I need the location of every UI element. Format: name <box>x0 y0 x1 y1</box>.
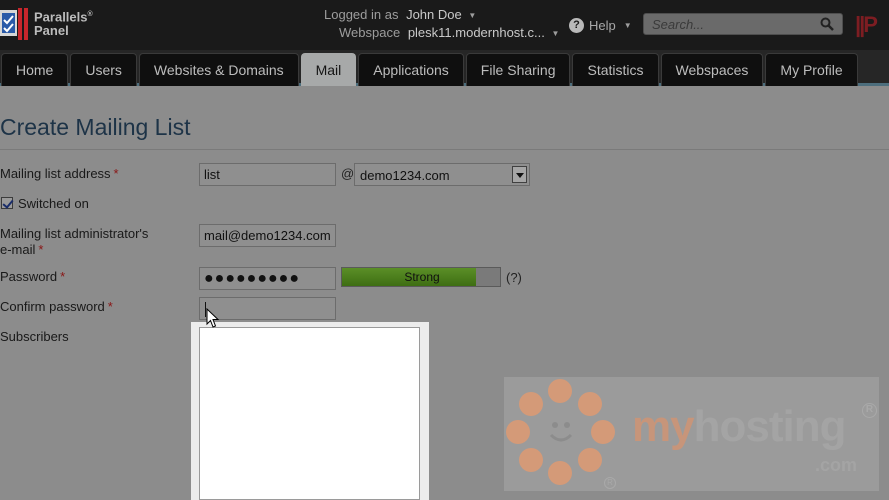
watermark-my: my <box>632 402 695 451</box>
tab-home[interactable]: Home <box>1 53 69 86</box>
admin-label-line2: e-mail <box>0 242 36 257</box>
webspace-menu[interactable]: Webspace plesk11.modernhost.c... ▼ <box>339 25 559 40</box>
chevron-down-icon: ▼ <box>468 11 477 20</box>
password-label-text: Password <box>0 269 58 284</box>
search-box <box>643 13 843 35</box>
at-sign: @ <box>341 166 355 181</box>
password-help-link[interactable]: (?) <box>506 270 522 285</box>
watermark-hosting: hosting <box>693 402 847 451</box>
watermark-com: .com <box>815 455 858 475</box>
webspace-label: Webspace <box>339 25 401 40</box>
top-header: Parallels® Panel Logged in as John Doe ▼… <box>0 0 889 50</box>
main-content: Create Mailing List Mailing list address… <box>0 89 889 500</box>
brand-reg: ® <box>87 11 93 18</box>
tab-list: Home Users Websites & Domains Mail Appli… <box>1 53 858 86</box>
logged-in-label: Logged in as <box>324 7 399 22</box>
search-input[interactable] <box>644 14 814 34</box>
logged-in-menu[interactable]: Logged in as John Doe ▼ <box>324 7 476 22</box>
admin-label-line1: Mailing list administrator's <box>0 226 149 241</box>
tab-applications[interactable]: Applications <box>358 53 464 86</box>
tab-my-profile[interactable]: My Profile <box>765 53 858 86</box>
sun-logo-icon <box>506 379 615 485</box>
brand-name: Parallels® Panel <box>34 8 93 38</box>
switched-on-checkbox[interactable] <box>1 197 13 209</box>
required-mark: * <box>38 242 44 257</box>
tab-statistics[interactable]: Statistics <box>572 53 659 86</box>
watermark-wordmark: myhosting <box>632 402 847 452</box>
password-strength-meter: Strong <box>341 267 501 287</box>
address-label: Mailing list address * <box>0 166 119 182</box>
password-input[interactable]: ●●●●●●●●● <box>199 267 336 290</box>
registered-mark: R <box>604 477 616 489</box>
address-input[interactable] <box>199 163 336 186</box>
brand-line1: Parallels <box>34 9 88 25</box>
confirm-password-label: Confirm password * <box>0 299 113 315</box>
required-mark: * <box>60 269 66 284</box>
brand-line2: Panel <box>34 23 69 39</box>
password-label: Password * <box>0 269 65 285</box>
subscribers-label: Subscribers <box>0 329 69 344</box>
required-mark: * <box>113 166 119 181</box>
tab-users[interactable]: Users <box>70 53 137 86</box>
tab-mail[interactable]: Mail <box>300 53 357 86</box>
mouse-pointer-icon <box>206 308 220 328</box>
domain-select-value: demo1234.com <box>360 168 450 183</box>
question-icon: ? <box>569 17 584 33</box>
admin-email-input[interactable] <box>199 224 336 247</box>
main-navigation: Home Users Websites & Domains Mail Appli… <box>0 50 889 86</box>
chevron-down-icon: ▼ <box>551 29 560 38</box>
chevron-down-icon: ▼ <box>623 20 632 30</box>
registered-mark: R <box>862 403 877 418</box>
page-title: Create Mailing List <box>0 114 191 140</box>
user-name[interactable]: John Doe <box>406 7 462 22</box>
tab-file-sharing[interactable]: File Sharing <box>465 53 571 86</box>
subscribers-textarea[interactable] <box>199 327 420 500</box>
chevron-down-icon[interactable] <box>512 166 527 183</box>
domain-select[interactable]: demo1234.com <box>354 163 530 186</box>
search-icon[interactable] <box>820 17 834 31</box>
myhosting-watermark: myhosting R .com R <box>504 377 879 491</box>
right-brand-logo: ||P <box>855 12 878 37</box>
webspace-value[interactable]: plesk11.modernhost.c... <box>408 25 545 40</box>
switched-on-label: Switched on <box>18 196 89 211</box>
address-label-text: Mailing list address <box>0 166 111 181</box>
required-mark: * <box>107 299 113 314</box>
strength-label: Strong <box>404 270 440 284</box>
tab-webspaces[interactable]: Webspaces <box>660 53 764 86</box>
parallels-logo-icon <box>0 8 28 40</box>
title-divider <box>0 149 889 150</box>
confirm-label-text: Confirm password <box>0 299 105 314</box>
tab-websites-domains[interactable]: Websites & Domains <box>138 53 299 86</box>
help-label[interactable]: Help <box>589 18 616 33</box>
admin-email-label: Mailing list administrator's e-mail * <box>0 226 148 258</box>
help-menu[interactable]: ? Help ▼ <box>569 15 632 35</box>
